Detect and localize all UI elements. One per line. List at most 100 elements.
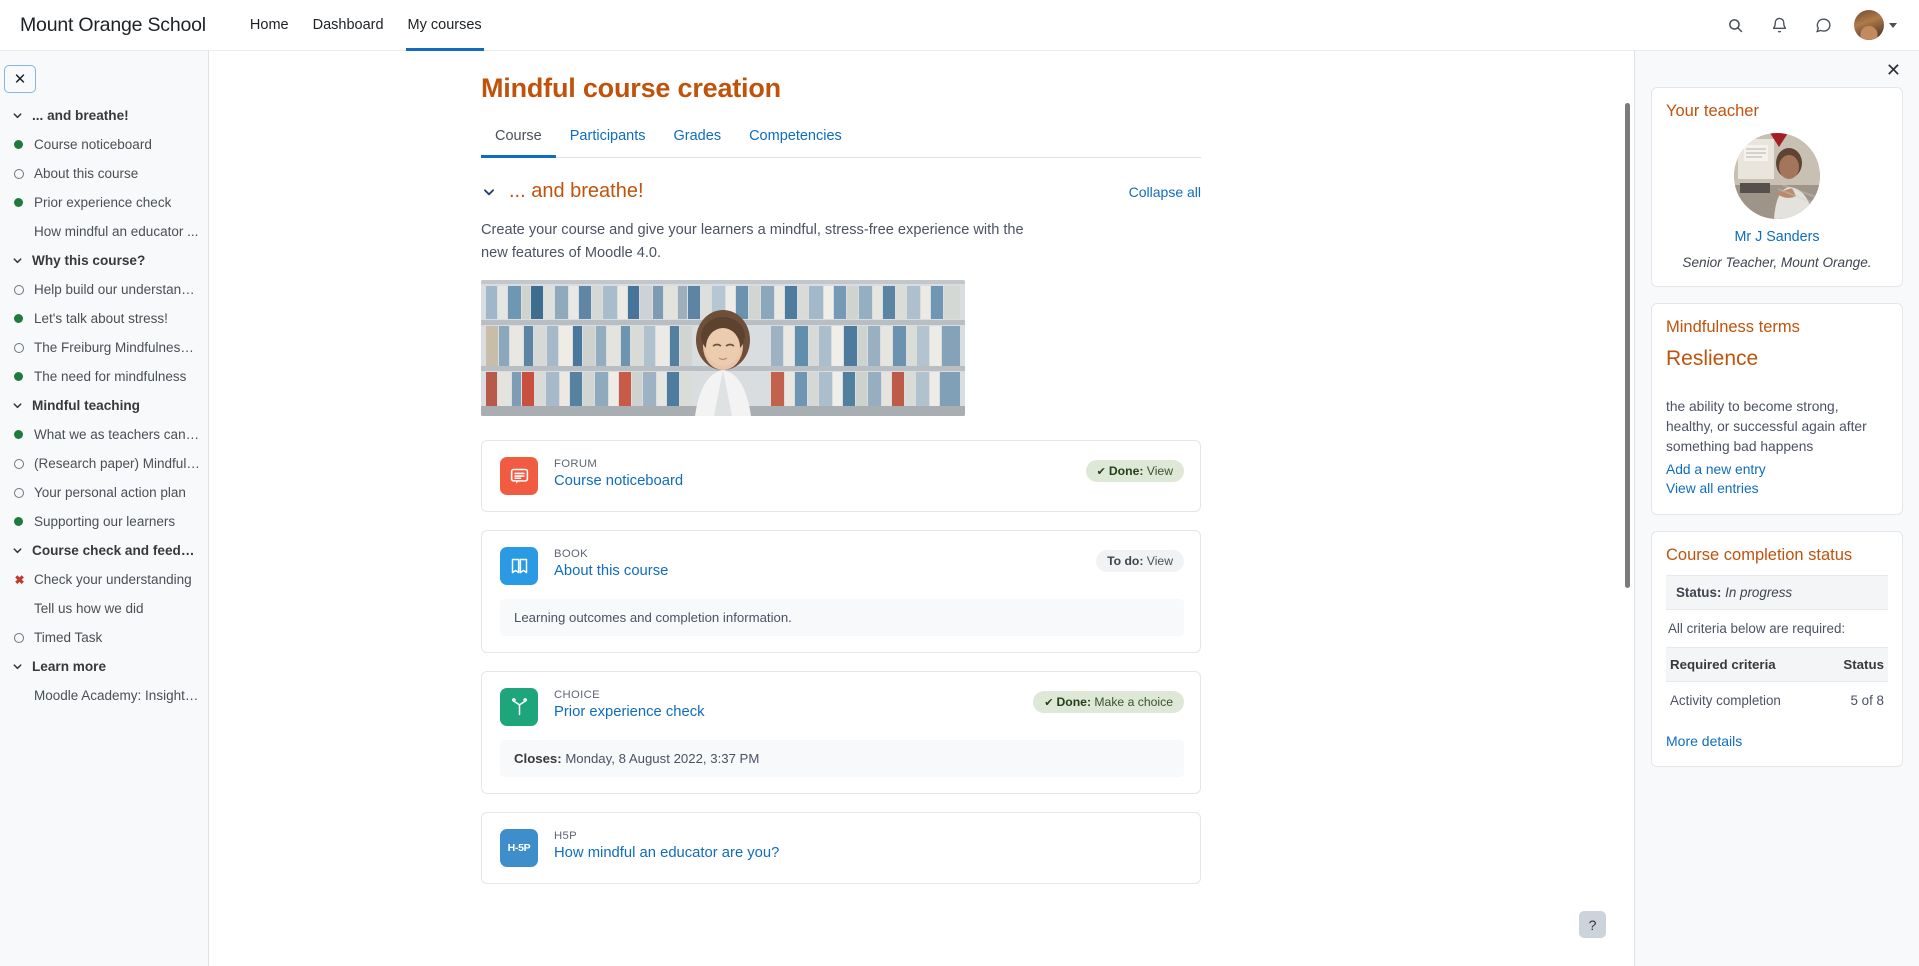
course-index-item-label: Prior experience check: [34, 195, 172, 210]
course-index-item-label: The need for mindfulness: [34, 369, 187, 384]
course-index-item[interactable]: How mindful an educator ...: [0, 217, 208, 246]
course-index-item-label: Moodle Academy: Insight i...: [34, 688, 200, 703]
close-drawer-button[interactable]: ✕: [1651, 51, 1903, 87]
top-navbar: Mount Orange School Home Dashboard My co…: [0, 0, 1919, 51]
course-index-drawer: ✕ ... and breathe! Course noticeboard Abou…: [0, 51, 209, 966]
message-icon[interactable]: [1810, 12, 1836, 38]
chevron-down-icon[interactable]: [481, 184, 497, 200]
chevron-down-icon: [12, 255, 23, 266]
activity-type-label: H5P: [554, 830, 578, 843]
activity-closes: Closes: Monday, 8 August 2022, 3:37 PM: [500, 740, 1184, 778]
bell-icon[interactable]: [1766, 12, 1792, 38]
chevron-down-icon: [12, 400, 23, 411]
activity-card-book[interactable]: BOOK About this course To do: View Learn…: [481, 530, 1201, 654]
activity-link[interactable]: Course noticeboard: [554, 473, 683, 489]
chevron-down-icon: [1889, 22, 1897, 28]
nav-link-dashboard[interactable]: Dashboard: [301, 0, 396, 51]
activity-link[interactable]: How mindful an educator are you?: [554, 845, 779, 861]
course-index-item[interactable]: Tell us how we did: [0, 594, 208, 623]
help-button[interactable]: ?: [1579, 911, 1606, 938]
badge-prefix: To do:: [1107, 554, 1144, 569]
completion-done-icon: [14, 313, 25, 324]
activity-description: Learning outcomes and completion informa…: [500, 599, 1184, 637]
completion-todo-icon: [14, 632, 25, 643]
course-index-item-label: Timed Task: [34, 630, 103, 645]
activity-list: FORUM Course noticeboard ✔ Done: View BO…: [481, 440, 1201, 885]
block-title: Course completion status: [1666, 546, 1853, 565]
more-details-link[interactable]: More details: [1666, 733, 1742, 749]
activity-card-h5p[interactable]: H-5P H5P How mindful an educator are you…: [481, 812, 1201, 885]
course-index-item[interactable]: About this course: [0, 159, 208, 188]
criteria-table: Required criteria Status Activity comple…: [1666, 647, 1888, 719]
search-icon[interactable]: [1722, 12, 1748, 38]
course-index-item[interactable]: Let's talk about stress!: [0, 304, 208, 333]
check-icon: ✔: [1096, 466, 1106, 479]
h5p-icon: H-5P: [500, 829, 538, 868]
completion-todo-icon: [14, 284, 25, 295]
course-index-item[interactable]: Help build our understandi...: [0, 275, 208, 304]
course-index-item[interactable]: Timed Task: [0, 623, 208, 652]
avatar: [1854, 10, 1884, 40]
badge-prefix: Done:: [1108, 464, 1144, 479]
course-index-item[interactable]: Prior experience check: [0, 188, 208, 217]
tab-course[interactable]: Course: [481, 118, 556, 158]
course-index-item-label: (Research paper) Mindfuln...: [34, 456, 200, 471]
course-index-section[interactable]: Mindful teaching: [0, 391, 208, 420]
course-index-list: ... and breathe! Course noticeboard About …: [0, 101, 208, 720]
view-entries-link[interactable]: View all entries: [1666, 480, 1888, 499]
course-index-item[interactable]: Your personal action plan: [0, 478, 208, 507]
book-icon: [500, 547, 538, 586]
completion-todo-icon: [14, 342, 25, 353]
teacher-avatar: [1734, 133, 1820, 219]
status-value: In progress: [1725, 585, 1793, 601]
badge-prefix: Done:: [1056, 695, 1092, 710]
tab-competencies[interactable]: Competencies: [735, 118, 856, 158]
close-course-index-button[interactable]: ✕: [4, 65, 36, 93]
course-index-item[interactable]: What we as teachers can do: [0, 420, 208, 449]
site-brand[interactable]: Mount Orange School: [20, 14, 206, 37]
tab-participants[interactable]: Participants: [556, 118, 660, 158]
completion-failed-icon: ✖: [14, 572, 25, 587]
course-index-item[interactable]: The need for mindfulness: [0, 362, 208, 391]
course-index-item[interactable]: Course noticeboard: [0, 130, 208, 159]
activity-link[interactable]: Prior experience check: [554, 704, 705, 720]
course-index-item[interactable]: ✖ Check your understanding: [0, 565, 208, 594]
completion-badge[interactable]: To do: View: [1096, 550, 1184, 573]
course-index-item[interactable]: (Research paper) Mindfuln...: [0, 449, 208, 478]
completion-todo-icon: [14, 487, 25, 498]
nav-link-my-courses[interactable]: My courses: [396, 0, 494, 51]
chevron-down-icon: [12, 110, 23, 121]
badge-action: Make a choice: [1094, 695, 1173, 710]
main-scrollbar[interactable]: [1625, 103, 1630, 588]
course-index-section-label: Course check and feedb...: [32, 543, 198, 558]
course-index-section[interactable]: Learn more: [0, 652, 208, 681]
add-entry-link[interactable]: Add a new entry: [1666, 461, 1888, 480]
teacher-name-link[interactable]: Mr J Sanders: [1666, 229, 1888, 245]
course-index-section[interactable]: ... and breathe!: [0, 101, 208, 130]
nav-link-home[interactable]: Home: [238, 0, 301, 51]
course-index-item-label: Your personal action plan: [34, 485, 186, 500]
completion-badge[interactable]: ✔ Done: View: [1085, 460, 1184, 483]
table-header-row: Required criteria Status: [1666, 647, 1888, 683]
course-index-item[interactable]: Supporting our learners: [0, 507, 208, 536]
cell-criteria: Activity completion: [1670, 693, 1781, 709]
course-index-item[interactable]: The Freiburg Mindfulness i...: [0, 333, 208, 362]
activity-type-label: CHOICE: [554, 689, 601, 702]
completion-badge[interactable]: ✔ Done: Make a choice: [1033, 691, 1184, 714]
course-index-section[interactable]: Why this course?: [0, 246, 208, 275]
completion-none-icon: [14, 690, 25, 701]
collapse-all-link[interactable]: Collapse all: [1129, 184, 1201, 200]
activity-card-forum[interactable]: FORUM Course noticeboard ✔ Done: View: [481, 440, 1201, 513]
activity-card-choice[interactable]: CHOICE Prior experience check ✔ Done: Mak…: [481, 671, 1201, 795]
tab-grades[interactable]: Grades: [660, 118, 736, 158]
activity-link[interactable]: About this course: [554, 563, 668, 579]
course-index-item[interactable]: Moodle Academy: Insight i...: [0, 681, 208, 710]
completion-done-icon: [14, 371, 25, 382]
activity-type-label: FORUM: [554, 458, 598, 471]
course-index-section[interactable]: Course check and feedb...: [0, 536, 208, 565]
user-menu[interactable]: [1854, 10, 1897, 40]
close-icon: ✕: [1885, 60, 1901, 80]
course-index-item-label: What we as teachers can do: [34, 427, 200, 442]
course-tabs: Course Participants Grades Competencies: [481, 118, 1201, 158]
block-title: Mindfulness terms: [1666, 318, 1800, 336]
